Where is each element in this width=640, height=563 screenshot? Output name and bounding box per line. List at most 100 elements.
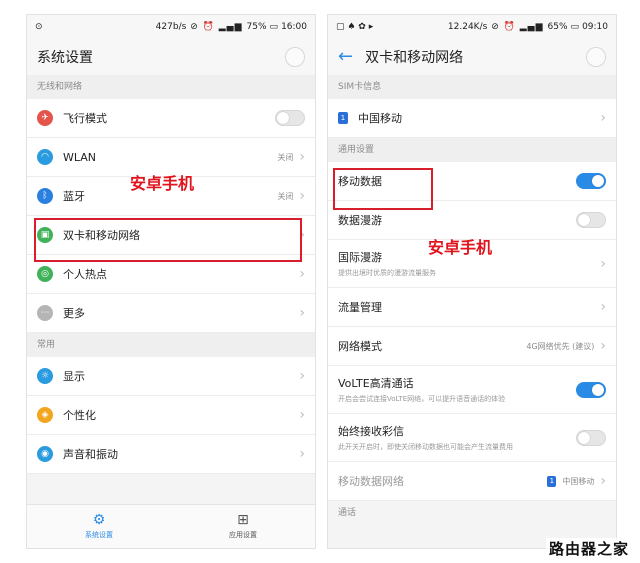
common-list: ☼ 显示 › ◈ 个性化 › ◉ 声音和振动 › xyxy=(27,357,315,474)
battery-level: 75% xyxy=(246,22,267,32)
title-bar: ← 双卡和移动网络 xyxy=(328,39,616,75)
battery-icon: ▭ xyxy=(570,22,580,32)
nav-label: 系统设置 xyxy=(85,531,113,539)
section-header-common: 常用 xyxy=(27,333,315,357)
bottom-navigation: ⚙ 系统设置 ⊞ 应用设置 xyxy=(27,504,315,548)
item-label: 流量管理 xyxy=(338,301,382,314)
item-text: VoLTE高清通话 开启会尝试连接VoLTE网络，可以提升语音通话的体验 xyxy=(338,375,576,404)
watermark: 路由器之家 xyxy=(545,538,632,559)
item-label: 个性化 xyxy=(63,409,96,422)
apps-grid-icon: ⊞ xyxy=(237,512,249,528)
item-label: 中国移动 xyxy=(358,112,402,125)
section-header-calls: 通话 xyxy=(328,501,616,525)
nav-system-settings[interactable]: ⚙ 系统设置 xyxy=(27,505,171,548)
status-bar: ▢ ♠ ✿ ▸ 12.24K/s ⊘ ⏰ ▂▄▆ 65% ▭ 09:10 xyxy=(328,15,616,39)
sim-1-icon: 1 xyxy=(547,475,557,487)
page-title: 系统设置 xyxy=(37,50,93,66)
airplane-icon: ✈ xyxy=(37,110,53,126)
battery-level: 65% xyxy=(547,22,568,32)
item-value: 关闭 xyxy=(277,191,294,201)
item-label: 飞行模式 xyxy=(63,112,107,125)
volte-item[interactable]: VoLTE高清通话 开启会尝试连接VoLTE网络，可以提升语音通话的体验 xyxy=(328,366,616,414)
notification-icons: ▢ ♠ ✿ ▸ xyxy=(336,22,374,32)
sound-icon: ◉ xyxy=(37,446,53,462)
back-arrow-icon[interactable]: ← xyxy=(338,48,353,66)
item-label: 个人热点 xyxy=(63,268,107,281)
chevron-right-icon: › xyxy=(299,407,305,423)
network-speed: 427b/s xyxy=(155,22,187,32)
chevron-right-icon: › xyxy=(600,338,606,354)
chevron-right-icon: › xyxy=(600,255,606,272)
settings-item-display[interactable]: ☼ 显示 › xyxy=(27,357,315,396)
sim-1-icon: 1 xyxy=(338,112,348,124)
highlight-box-dual-sim xyxy=(34,218,302,262)
item-label: 网络模式 xyxy=(338,340,382,353)
section-header-general: 通用设置 xyxy=(328,138,616,162)
settings-item-personalize[interactable]: ◈ 个性化 › xyxy=(27,396,315,435)
chevron-right-icon: › xyxy=(600,299,606,315)
bluetooth-icon: ᛒ xyxy=(37,188,53,204)
chevron-right-icon: › xyxy=(299,149,305,165)
theme-icon: ◈ xyxy=(37,407,53,423)
title-bar: 系统设置 xyxy=(27,39,315,75)
status-icons: ⊘ ⏰ ▂▄▆ xyxy=(491,22,544,32)
chevron-right-icon: › xyxy=(299,368,305,384)
chevron-right-icon: › xyxy=(600,110,606,126)
item-label: 移动数据网络 xyxy=(338,475,404,488)
volte-toggle[interactable] xyxy=(576,381,606,398)
chevron-right-icon: › xyxy=(299,305,305,321)
clock: 16:00 xyxy=(281,22,307,32)
page-title: 双卡和移动网络 xyxy=(365,50,464,66)
gear-icon: ⚙ xyxy=(92,512,106,528)
chevron-right-icon: › xyxy=(299,266,305,282)
sim-card-item[interactable]: 1 中国移动 › xyxy=(328,99,616,138)
item-label: 显示 xyxy=(63,370,85,383)
nav-app-settings[interactable]: ⊞ 应用设置 xyxy=(171,505,315,548)
airplane-mode-toggle[interactable] xyxy=(275,110,305,126)
item-label: 数据漫游 xyxy=(338,214,382,227)
item-label: 更多 xyxy=(63,307,85,320)
overlay-caption-right: 安卓手机 xyxy=(428,238,493,257)
item-label: WLAN xyxy=(63,150,97,164)
brightness-icon: ☼ xyxy=(37,368,53,384)
item-description: 此开关开启时，即使关闭移动数据也可能会产生流量费用 xyxy=(338,443,513,451)
mobile-data-network-item[interactable]: 移动数据网络 1 中国移动 › xyxy=(328,462,616,501)
mobile-data-toggle[interactable] xyxy=(576,173,606,189)
settings-item-airplane[interactable]: ✈ 飞行模式 xyxy=(27,99,315,138)
general-list: 移动数据 数据漫游 国际漫游 提供出境时优质的漫游流量服务 › 流量管理 › 网… xyxy=(328,162,616,501)
item-description: 开启会尝试连接VoLTE网络，可以提升语音通话的体验 xyxy=(338,395,506,403)
battery-icon: ▭ xyxy=(269,22,279,32)
chevron-right-icon: › xyxy=(600,473,606,489)
chevron-right-icon: › xyxy=(299,446,305,462)
item-value: 中国移动 xyxy=(562,476,595,486)
settings-item-more[interactable]: ⋯ 更多 › xyxy=(27,294,315,333)
always-receive-mms-item[interactable]: 始终接收彩信 此开关开启时，即使关闭移动数据也可能会产生流量费用 xyxy=(328,414,616,462)
highlight-box-mobile-data xyxy=(333,168,433,210)
item-value: 关闭 xyxy=(277,152,294,162)
network-mode-item[interactable]: 网络模式 4G网络优先 (建议) › xyxy=(328,327,616,366)
chevron-right-icon: › xyxy=(299,188,305,204)
clock: 09:10 xyxy=(582,22,608,32)
section-header-wireless: 无线和网络 xyxy=(27,75,315,99)
sim-list: 1 中国移动 › xyxy=(328,99,616,138)
overlay-caption-left: 安卓手机 xyxy=(130,174,195,193)
search-icon[interactable] xyxy=(285,47,305,67)
settings-item-sound[interactable]: ◉ 声音和振动 › xyxy=(27,435,315,474)
data-roaming-toggle[interactable] xyxy=(576,212,606,228)
item-label: VoLTE高清通话 xyxy=(338,377,414,390)
mms-toggle[interactable] xyxy=(576,429,606,446)
item-label: 声音和振动 xyxy=(63,448,118,461)
hotspot-icon: ◎ xyxy=(37,266,53,282)
left-phone-screen: ⊙ 427b/s ⊘ ⏰ ▂▄▆ 75% ▭ 16:00 系统设置 无线和网络 … xyxy=(26,14,316,549)
traffic-management-item[interactable]: 流量管理 › xyxy=(328,288,616,327)
wireless-list: ✈ 飞行模式 ◠ WLAN 关闭 › ᛒ 蓝牙 关闭 › ▣ 双卡和移动网络 ›… xyxy=(27,99,315,333)
status-icons: ⊘ ⏰ ▂▄▆ xyxy=(190,22,243,32)
more-icon: ⋯ xyxy=(37,305,53,321)
search-icon[interactable] xyxy=(586,47,606,67)
wifi-icon: ◠ xyxy=(37,149,53,165)
nav-label: 应用设置 xyxy=(229,531,257,539)
status-bar: ⊙ 427b/s ⊘ ⏰ ▂▄▆ 75% ▭ 16:00 xyxy=(27,15,315,39)
section-header-sim: SIM卡信息 xyxy=(328,75,616,99)
sync-icon: ⊙ xyxy=(35,22,43,32)
item-value: 4G网络优先 (建议) xyxy=(526,341,595,351)
